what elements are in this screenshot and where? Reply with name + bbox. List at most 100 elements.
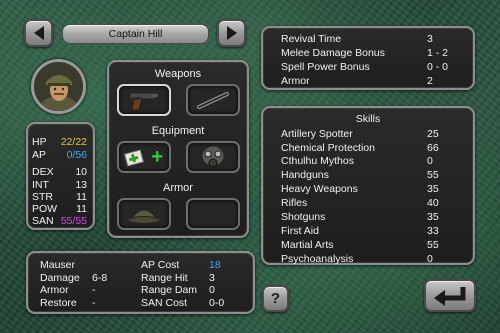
weapon-stat-label: Damage — [40, 271, 80, 284]
character-name: Captain Hill — [108, 28, 163, 40]
skill-name: Shotguns — [281, 211, 326, 223]
stat-row-str: STR — [32, 191, 53, 203]
return-arrow-icon — [434, 286, 466, 306]
skill-name: Heavy Weapons — [281, 183, 358, 195]
bonus-value: 0 - 0 — [427, 61, 449, 73]
skill-value: 66 — [427, 141, 439, 154]
list-item: Shotguns 35 — [281, 211, 461, 224]
stat-row-int: INT — [32, 179, 49, 191]
skills-title: Skills — [355, 113, 381, 125]
bonus-label: Melee Damage Bonus — [281, 47, 385, 59]
back-button[interactable] — [424, 279, 476, 312]
character-name-bar: Captain Hill — [62, 24, 209, 44]
weapon-stat-label: Range Dam — [141, 284, 198, 296]
bonus-value: 1 - 2 — [427, 47, 449, 59]
equipment-slot-2[interactable] — [186, 141, 240, 173]
list-item: Artillery Spotter 25 — [281, 128, 461, 141]
weapon-stat-label: Armor — [40, 284, 69, 296]
arrow-right-icon — [226, 26, 237, 40]
skill-name: Rifles — [281, 197, 308, 209]
bonus-value: 3 — [427, 33, 433, 45]
weapon-name: Mauser — [40, 259, 76, 271]
bonus-value: 2 — [427, 75, 433, 87]
skill-value: 55 — [427, 169, 439, 181]
weapon-stat-label: SAN Cost — [141, 296, 188, 309]
weapon-stat-label: Restore — [40, 296, 77, 309]
weapon-stat-label: Range Hit — [141, 271, 188, 284]
stat-row-pow: POW — [32, 203, 57, 215]
list-item: Handguns 55 — [281, 169, 461, 182]
prev-character-button[interactable] — [24, 19, 53, 47]
equipment-slot-1[interactable]: + — [117, 141, 171, 173]
equipment-label: Equipment — [151, 125, 205, 137]
weapon-stat-value: - — [92, 284, 96, 296]
weapon-stat-value: 3 — [209, 271, 215, 284]
weapon-slot-1[interactable] — [117, 84, 171, 116]
stat-value-int: 13 — [75, 179, 87, 191]
skill-value: 33 — [427, 225, 439, 237]
skill-name: Psychoanalysis — [281, 253, 354, 265]
armor-label: Armor — [163, 182, 193, 194]
skill-value: 40 — [427, 197, 439, 209]
skill-name: First Aid — [281, 225, 319, 237]
stat-value-hp: 22/22 — [60, 136, 87, 148]
weapons-label: Weapons — [154, 68, 202, 80]
list-item: First Aid 33 — [281, 225, 461, 238]
skill-name: Martial Arts — [281, 239, 334, 251]
bonus-label: Revival Time — [281, 33, 342, 45]
bonus-label: Spell Power Bonus — [281, 61, 370, 73]
arrow-left-icon — [33, 26, 44, 40]
skills-panel[interactable]: Skills Artillery Spotter 25 Chemical Prot… — [261, 106, 475, 265]
skill-name: Cthulhu Mythos — [281, 155, 354, 167]
skill-name: Chemical Protection — [281, 141, 375, 154]
character-portrait — [31, 59, 86, 114]
list-item: Psychoanalysis 0 — [281, 253, 461, 266]
bonuses-panel: Revival Time 3 Melee Damage Bonus 1 - 2 … — [261, 26, 475, 90]
bonus-label: Armor — [281, 75, 310, 87]
weapon-stat-value: 18 — [209, 259, 221, 271]
stat-row-dex: DEX — [32, 166, 54, 178]
armor-slot-1[interactable] — [117, 198, 171, 230]
list-item: Cthulhu Mythos 0 — [281, 155, 461, 168]
weapon-stat-label: AP Cost — [141, 259, 180, 271]
stat-label: STR — [32, 191, 53, 203]
skill-value: 35 — [427, 211, 439, 223]
stat-value-san: 55/55 — [60, 215, 87, 227]
list-item: Heavy Weapons 35 — [281, 183, 461, 196]
next-character-button[interactable] — [217, 19, 246, 47]
stat-label: HP — [32, 136, 47, 148]
skill-name: Handguns — [281, 169, 329, 181]
stat-value-dex: 10 — [75, 166, 87, 178]
help-icon: ? — [270, 290, 281, 307]
equipment-panel: Weapons Equipment + Armor — [107, 60, 249, 238]
list-item: Martial Arts 55 — [281, 239, 461, 252]
stat-label: SAN — [32, 215, 54, 227]
pistol-icon — [129, 92, 158, 111]
stat-value-ap: 0/56 — [66, 149, 87, 161]
stat-value-pow: 11 — [76, 203, 87, 215]
weapon-stat-value: - — [92, 296, 96, 309]
helmet-icon — [127, 209, 161, 224]
weapon-stat-value: 0 — [209, 284, 215, 296]
skill-value: 25 — [427, 128, 439, 140]
stat-label: POW — [32, 203, 58, 215]
weapon-info-panel: Mauser Damage 6-8 Armor - Restore - AP C… — [26, 251, 255, 314]
weapon-slot-2[interactable] — [186, 84, 240, 116]
armor-slot-2[interactable] — [186, 198, 240, 230]
skill-value: 35 — [427, 183, 439, 195]
stat-label: DEX — [32, 166, 54, 178]
skill-value: 0 — [427, 253, 433, 265]
portrait-icon — [34, 62, 83, 111]
skill-name: Artillery Spotter — [281, 128, 353, 140]
stat-label: INT — [32, 179, 49, 191]
stat-row-ap: AP — [32, 149, 46, 161]
help-button[interactable]: ? — [262, 285, 289, 312]
skill-value: 55 — [427, 239, 439, 251]
plus-icon: + — [151, 146, 163, 168]
list-item: Rifles 40 — [281, 197, 461, 210]
stat-row-san: SAN — [32, 215, 54, 227]
baton-icon — [197, 92, 229, 109]
stat-value-str: 11 — [76, 191, 87, 203]
list-item: Chemical Protection 66 — [281, 142, 461, 155]
weapon-stat-value: 6-8 — [92, 271, 108, 284]
